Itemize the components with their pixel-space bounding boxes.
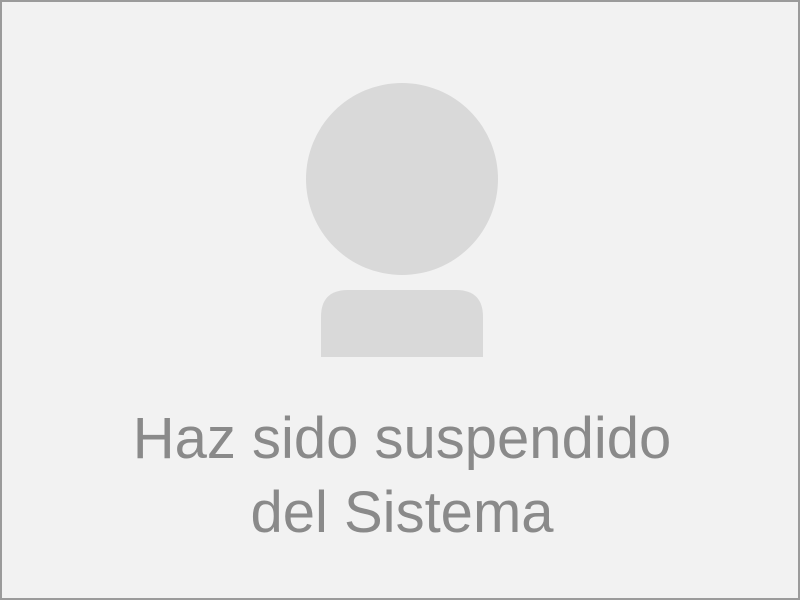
suspended-account-panel: Haz sido suspendido del Sistema	[0, 0, 800, 600]
avatar-head	[306, 83, 498, 275]
suspension-message-line-1: Haz sido suspendido	[132, 406, 672, 471]
suspension-message: Haz sido suspendido del Sistema	[2, 402, 800, 550]
avatar-body	[321, 290, 483, 357]
suspension-message-line-2: del Sistema	[250, 480, 554, 545]
